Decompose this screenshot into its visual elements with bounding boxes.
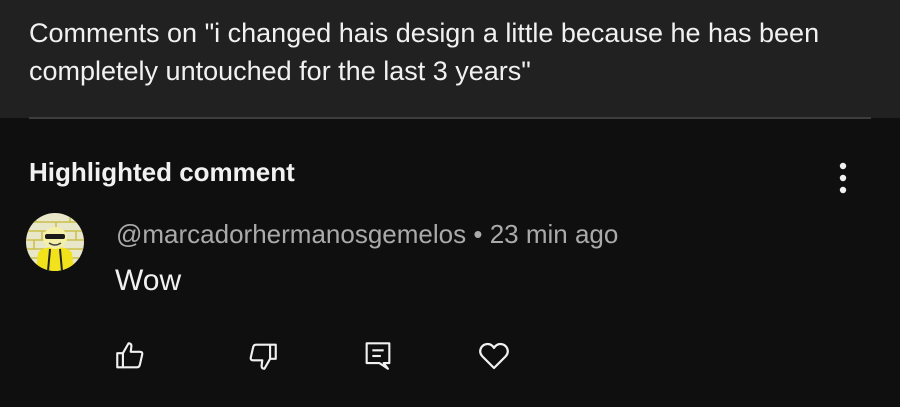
comment-time: 23 min ago <box>489 219 619 249</box>
highlighted-comment-label: Highlighted comment <box>29 157 295 187</box>
reply-icon <box>365 342 391 370</box>
heart-icon <box>479 342 509 370</box>
avatar[interactable] <box>26 213 84 271</box>
heart-button[interactable] <box>474 336 514 376</box>
comments-header: Comments on "i changed hais design a lit… <box>0 0 900 118</box>
thumbs-up-icon <box>116 342 144 369</box>
thumbs-down-icon <box>249 343 277 370</box>
comment-meta: @marcadorhermanosgemelos • 23 min ago <box>116 217 618 251</box>
reply-button[interactable] <box>358 336 398 376</box>
like-button[interactable] <box>110 336 150 376</box>
more-vertical-icon <box>839 162 847 194</box>
more-options-button[interactable] <box>826 158 860 198</box>
dislike-button[interactable] <box>243 336 283 376</box>
comment-author[interactable]: @marcadorhermanosgemelos <box>116 219 466 249</box>
header-divider <box>29 117 871 119</box>
meta-separator: • <box>473 219 483 249</box>
comments-title: Comments on "i changed hais design a lit… <box>29 18 820 86</box>
comment-text: Wow <box>115 264 182 297</box>
